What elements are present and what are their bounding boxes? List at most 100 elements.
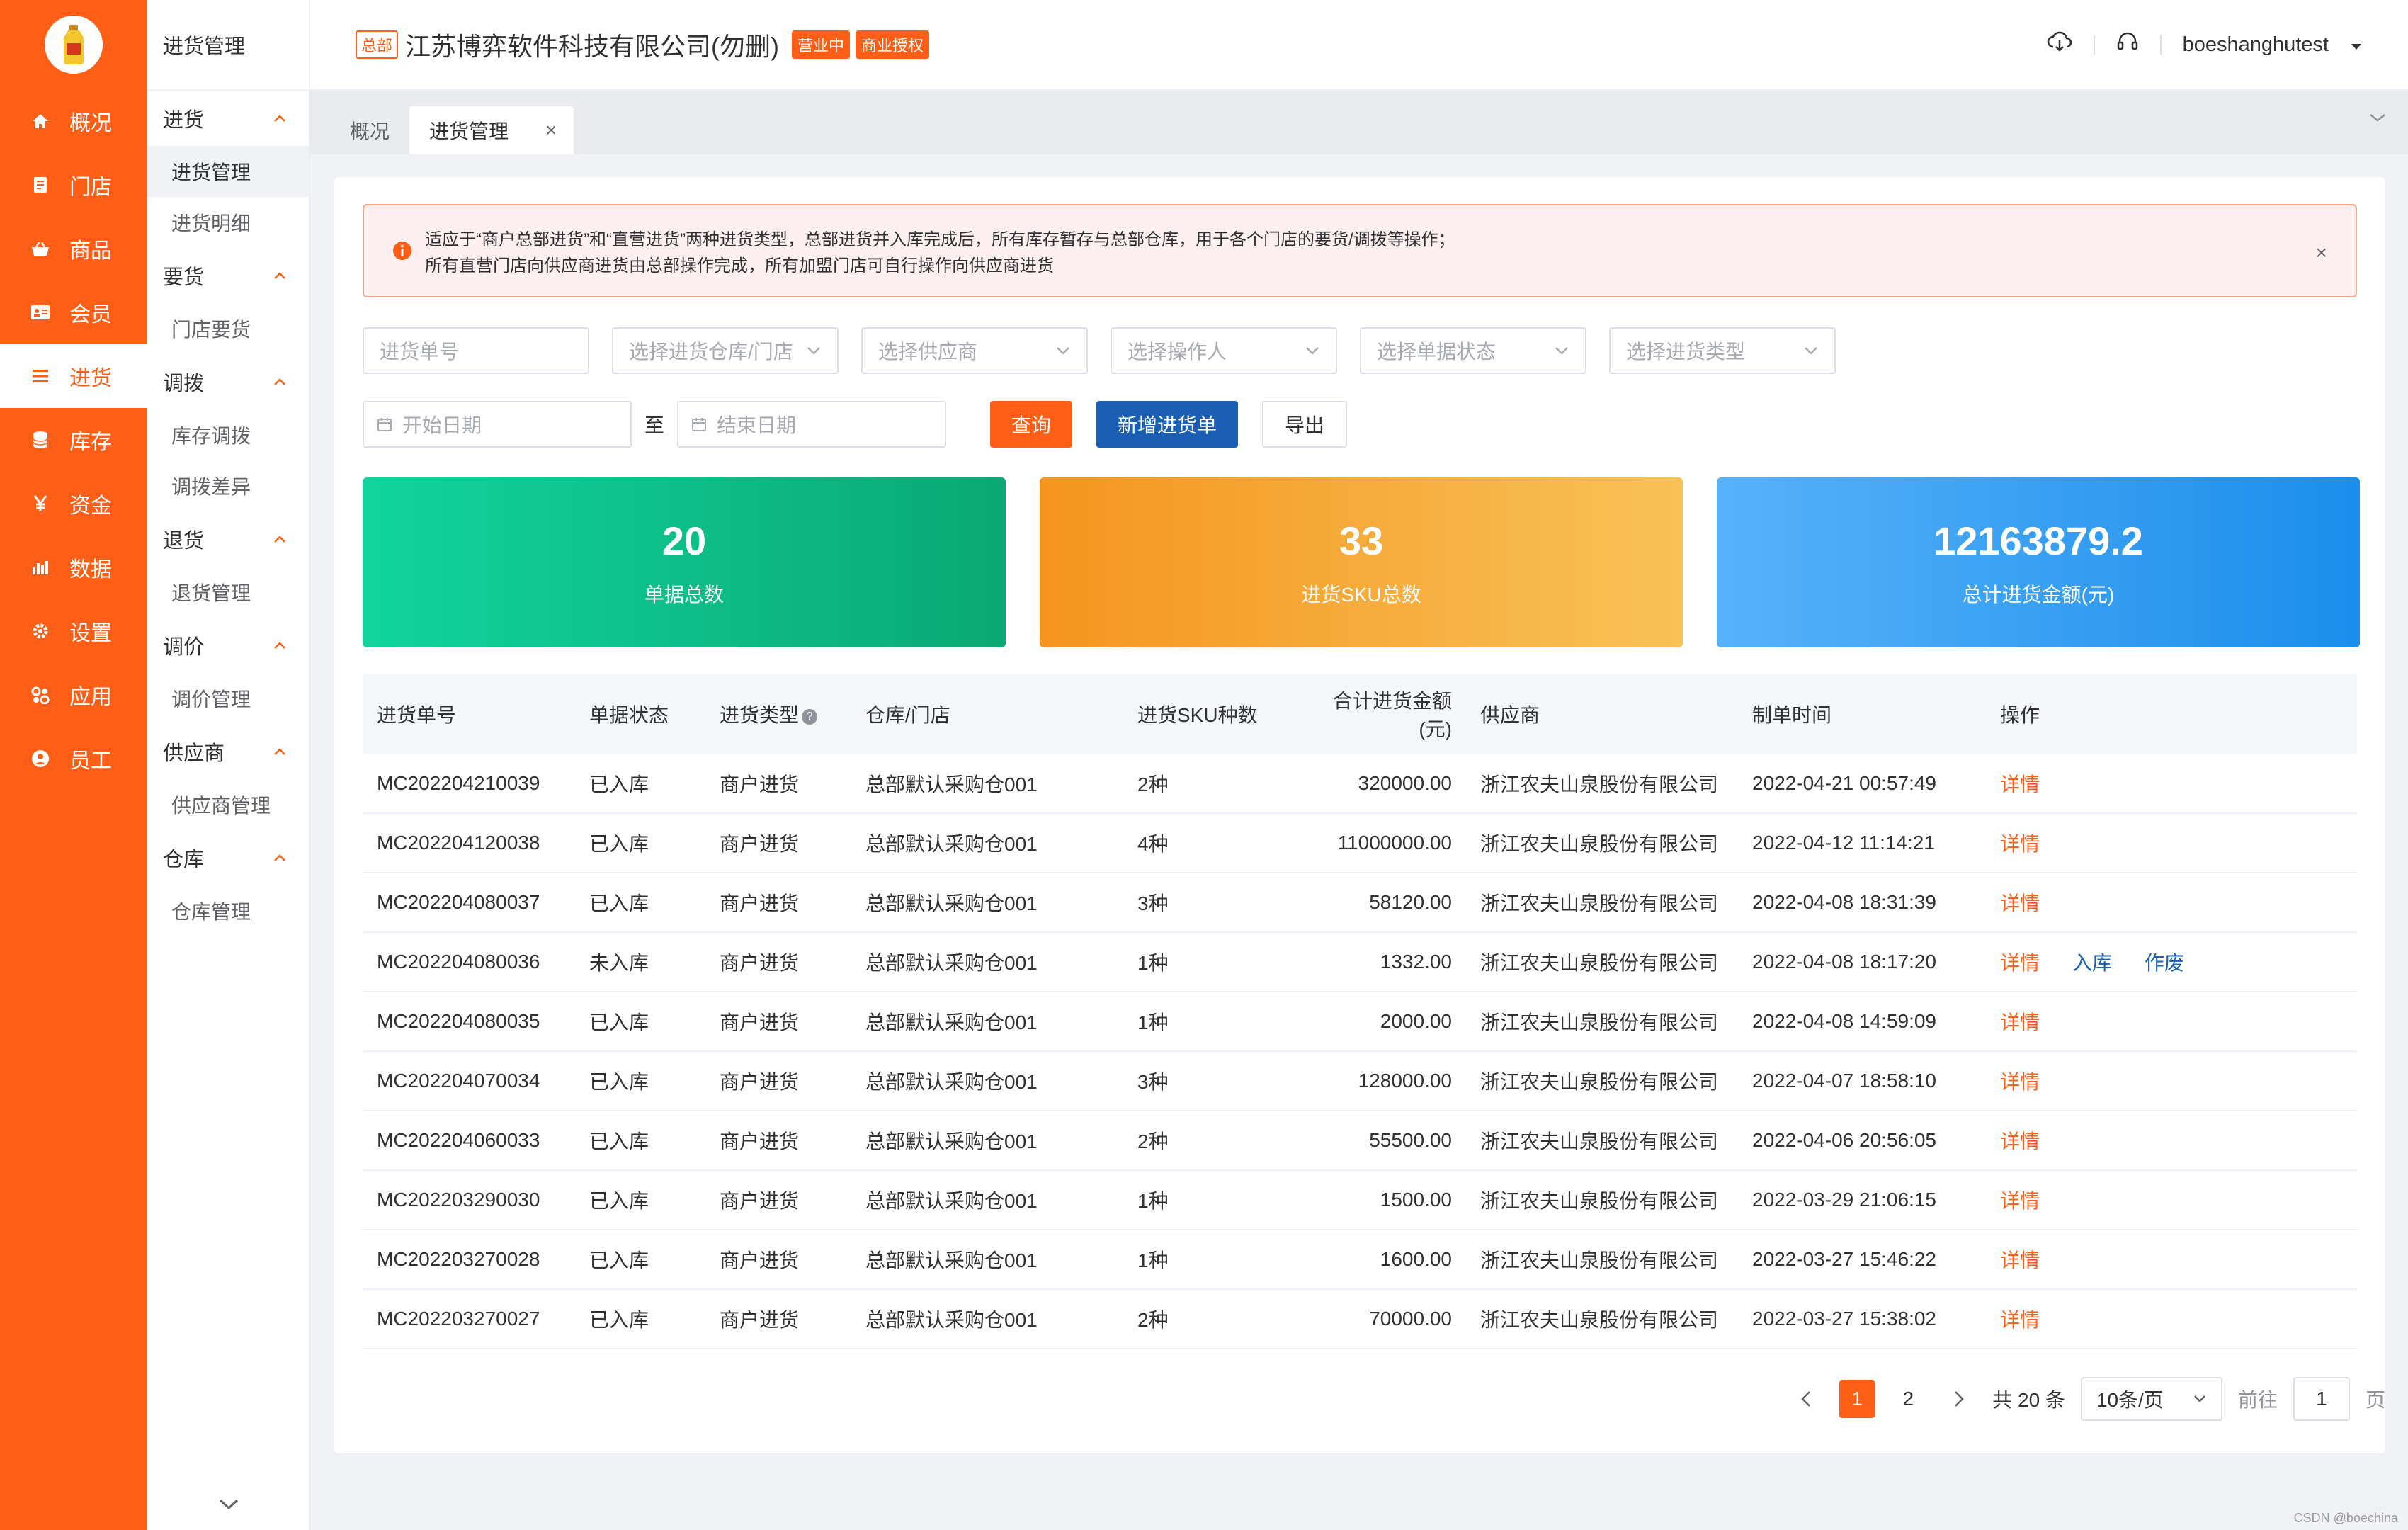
- page-2[interactable]: 2: [1890, 1380, 1926, 1418]
- detail-link[interactable]: 详情: [2000, 1309, 2040, 1331]
- cell-amount: 1500.00: [1305, 1170, 1466, 1230]
- cloud-download-icon[interactable]: [2047, 31, 2072, 58]
- page-1[interactable]: 1: [1839, 1380, 1875, 1418]
- subnav-item[interactable]: 库存调拨: [147, 409, 309, 460]
- subnav-item[interactable]: 调拨差异: [147, 460, 309, 511]
- detail-link[interactable]: 详情: [2000, 833, 2040, 855]
- warehouse-placeholder: 选择进货仓库/门店: [629, 341, 793, 363]
- detail-link[interactable]: 详情: [2000, 1190, 2040, 1212]
- caret-down-icon[interactable]: [2350, 33, 2363, 57]
- cell-actions: 详情 入库 作废: [1986, 932, 2357, 992]
- page-size-select[interactable]: 10条/页: [2080, 1377, 2222, 1421]
- warehouse-select[interactable]: 选择进货仓库/门店: [612, 327, 839, 374]
- next-page-icon[interactable]: [1941, 1380, 1977, 1418]
- detail-link[interactable]: 详情: [2000, 892, 2040, 914]
- nav-item-5[interactable]: 库存: [0, 408, 147, 472]
- subnav-group-4[interactable]: 调价: [147, 618, 309, 673]
- alert-close-icon[interactable]: ×: [2316, 239, 2327, 266]
- nav-item-8[interactable]: 设置: [0, 599, 147, 663]
- apps-icon: [30, 684, 51, 706]
- col-warehouse: 仓库/门店: [851, 674, 1123, 754]
- cell-time: 2022-04-07 18:58:10: [1738, 1051, 1986, 1111]
- detail-link[interactable]: 详情: [2000, 1250, 2040, 1271]
- tab-purchase-management[interactable]: 进货管理 ×: [409, 106, 574, 154]
- nav-item-3[interactable]: 会员: [0, 280, 147, 344]
- cell-warehouse: 总部默认采购仓001: [851, 1111, 1123, 1171]
- cell-supplier: 浙江农夫山泉股份有限公司: [1466, 1051, 1738, 1111]
- subnav-item[interactable]: 进货明细: [147, 197, 309, 248]
- goods-icon: [30, 238, 51, 259]
- nav-item-9[interactable]: 应用: [0, 663, 147, 727]
- subnav-item[interactable]: 门店要货: [147, 303, 309, 354]
- subnav-item[interactable]: 仓库管理: [147, 885, 309, 936]
- cell-no: MC202204080036: [363, 932, 575, 992]
- detail-link[interactable]: 详情: [2000, 774, 2040, 795]
- goto-page-input[interactable]: 1: [2293, 1377, 2350, 1421]
- void-link[interactable]: 作废: [2145, 952, 2184, 974]
- prev-page-icon[interactable]: [1788, 1380, 1824, 1418]
- stat-card-total-orders: 20 单据总数: [363, 477, 1006, 647]
- nav-item-2[interactable]: 商品: [0, 217, 147, 280]
- nav-item-10[interactable]: 员工: [0, 727, 147, 790]
- cell-supplier: 浙江农夫山泉股份有限公司: [1466, 873, 1738, 933]
- chevron-down-icon: [807, 347, 820, 355]
- nav-item-label: 设置: [69, 622, 112, 645]
- tab-close-icon[interactable]: ×: [545, 119, 557, 142]
- start-date-picker[interactable]: 开始日期: [363, 401, 632, 448]
- nav-item-label: 概况: [69, 112, 112, 135]
- stat-label: 总计进货金额(元): [1962, 583, 2115, 606]
- subnav-group-5[interactable]: 供应商: [147, 724, 309, 779]
- app-logo[interactable]: [0, 0, 147, 89]
- table-header-row: 进货单号 单据状态 进货类型? 仓库/门店 进货SKU种数 合计进货金额(元) …: [363, 674, 2357, 754]
- nav-item-4[interactable]: 进货: [0, 344, 147, 408]
- cell-status: 已入库: [575, 873, 705, 933]
- subnav-group-0[interactable]: 进货: [147, 91, 309, 146]
- cell-supplier: 浙江农夫山泉股份有限公司: [1466, 754, 1738, 814]
- cell-time: 2022-04-12 11:14:21: [1738, 813, 1986, 873]
- subnav-group-6[interactable]: 仓库: [147, 830, 309, 885]
- detail-link[interactable]: 详情: [2000, 1071, 2040, 1093]
- new-purchase-order-button[interactable]: 新增进货单: [1096, 401, 1239, 448]
- nav-item-1[interactable]: 门店: [0, 153, 147, 217]
- subnav-group-2[interactable]: 调拨: [147, 354, 309, 409]
- col-status: 单据状态: [575, 674, 705, 754]
- detail-link[interactable]: 详情: [2000, 1012, 2040, 1033]
- nav-item-label: 库存: [69, 431, 112, 454]
- subnav-item[interactable]: 调价管理: [147, 673, 309, 724]
- tabs-expand-icon[interactable]: [2368, 112, 2387, 128]
- subnav-scroll-down[interactable]: [147, 1497, 310, 1512]
- detail-link[interactable]: 详情: [2000, 1130, 2040, 1152]
- cell-supplier: 浙江农夫山泉股份有限公司: [1466, 1289, 1738, 1349]
- col-type: 进货类型?: [705, 674, 851, 754]
- list-icon: [30, 366, 51, 387]
- subnav-item[interactable]: 进货管理: [147, 146, 309, 197]
- sub-sidebar: 进货管理 进货 进货管理 进货明细 要货 门店要货 调拨 库存调拨 调拨差异 退货 退货管理 调价调…: [147, 0, 310, 1530]
- cell-type: 商户进货: [705, 813, 851, 873]
- detail-link[interactable]: 详情: [2000, 952, 2040, 974]
- stock-in-link[interactable]: 入库: [2072, 952, 2112, 974]
- username[interactable]: boeshanghutest: [2183, 33, 2329, 57]
- type-select[interactable]: 选择进货类型: [1609, 327, 1836, 374]
- cell-supplier: 浙江农夫山泉股份有限公司: [1466, 1111, 1738, 1171]
- date-range-separator: 至: [644, 414, 665, 436]
- order-no-input[interactable]: 进货单号: [363, 327, 589, 374]
- stat-label: 单据总数: [644, 583, 724, 606]
- export-button[interactable]: 导出: [1262, 401, 1348, 448]
- cell-amount: 70000.00: [1305, 1289, 1466, 1349]
- subnav-item[interactable]: 供应商管理: [147, 779, 309, 830]
- tab-overview[interactable]: 概况: [330, 106, 409, 154]
- subnav-group-1[interactable]: 要货: [147, 248, 309, 303]
- company-name[interactable]: 江苏博弈软件科技有限公司(勿删): [405, 26, 779, 63]
- subnav-item[interactable]: 退货管理: [147, 567, 309, 618]
- operator-select[interactable]: 选择操作人: [1111, 327, 1337, 374]
- headset-icon[interactable]: [2116, 30, 2139, 59]
- subnav-group-3[interactable]: 退货: [147, 511, 309, 567]
- status-select[interactable]: 选择单据状态: [1360, 327, 1586, 374]
- nav-item-7[interactable]: 数据: [0, 536, 147, 599]
- nav-item-0[interactable]: 概况: [0, 89, 147, 153]
- query-button[interactable]: 查询: [990, 401, 1073, 448]
- help-icon[interactable]: ?: [802, 708, 818, 725]
- supplier-select[interactable]: 选择供应商: [861, 327, 1088, 374]
- end-date-picker[interactable]: 结束日期: [677, 401, 947, 448]
- nav-item-6[interactable]: 资金: [0, 472, 147, 536]
